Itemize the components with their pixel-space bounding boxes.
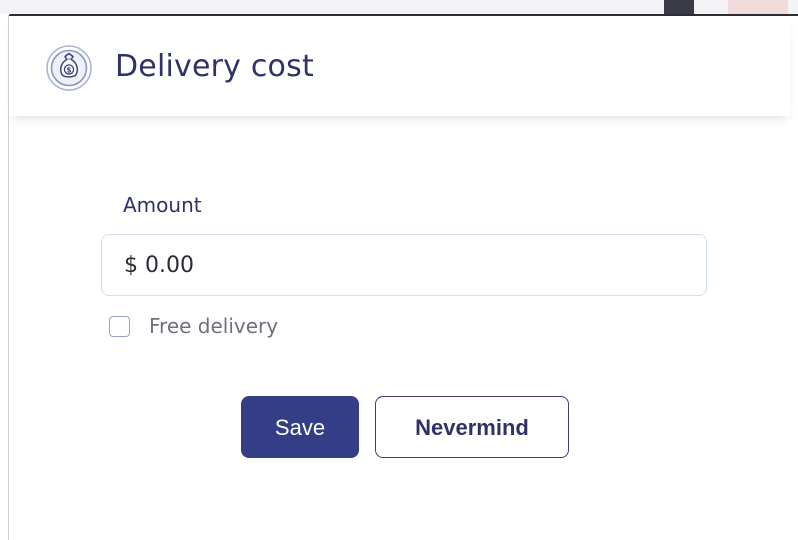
save-button-label: Save [274, 415, 326, 440]
dialog-header: $ Delivery cost [9, 16, 790, 116]
free-delivery-label[interactable]: Free delivery [149, 313, 278, 339]
save-button[interactable]: Save [241, 396, 359, 458]
amount-input[interactable] [101, 234, 707, 296]
svg-text:$: $ [66, 65, 71, 74]
delivery-cost-dialog: $ Delivery cost Amount Free delivery Sav… [8, 14, 798, 540]
background-red-element [728, 0, 788, 14]
free-delivery-option[interactable]: Free delivery [109, 312, 278, 340]
dialog-title: Delivery cost [115, 49, 314, 84]
background-dark-element [664, 0, 694, 14]
nevermind-button[interactable]: Nevermind [375, 396, 569, 458]
amount-label: Amount [123, 193, 202, 217]
money-bag-icon: $ [45, 44, 93, 92]
free-delivery-checkbox[interactable] [109, 315, 130, 337]
